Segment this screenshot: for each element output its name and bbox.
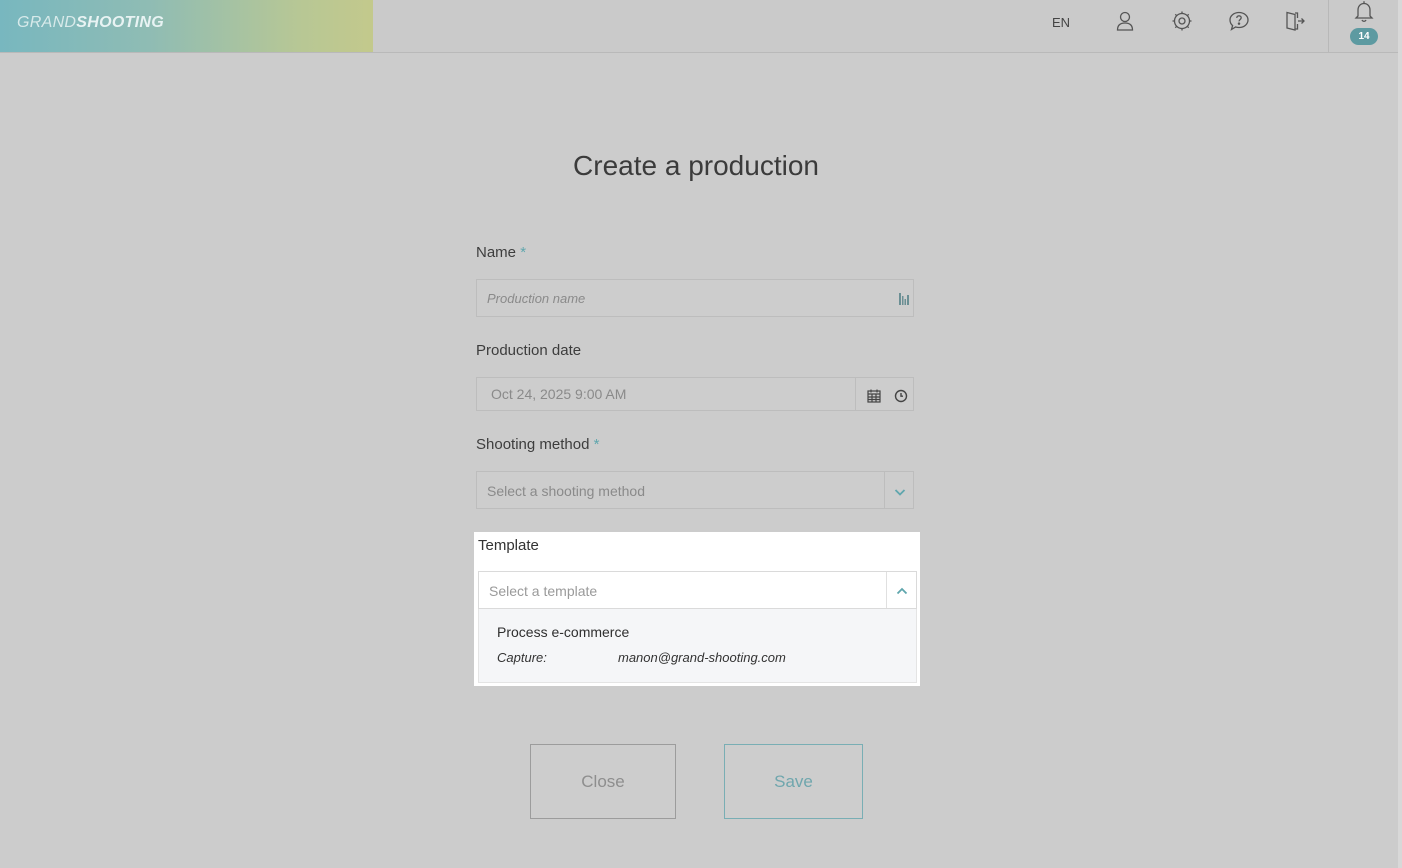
name-label: Name * bbox=[476, 244, 526, 261]
page-title: Create a production bbox=[573, 150, 819, 181]
select-divider bbox=[886, 572, 887, 608]
required-marker: * bbox=[593, 436, 600, 453]
notification-badge: 14 bbox=[1350, 28, 1378, 45]
scrollbar-track[interactable] bbox=[1398, 0, 1402, 868]
save-button[interactable]: Save bbox=[724, 744, 863, 819]
top-navbar: GRANDSHOOTING EN 14 bbox=[0, 0, 1400, 53]
navbar-divider bbox=[1328, 0, 1329, 52]
help-icon[interactable] bbox=[1228, 10, 1250, 32]
template-panel: Template Select a template Process e-com… bbox=[474, 532, 920, 686]
logo-text-grand: GRAND bbox=[17, 14, 77, 31]
template-options-list: Process e-commerce Capture: manon@grand-… bbox=[478, 609, 917, 683]
template-option-capture-label: Capture: bbox=[497, 650, 547, 665]
name-input[interactable]: Production name bbox=[476, 279, 914, 317]
production-date-label: Production date bbox=[476, 342, 582, 359]
language-selector[interactable]: EN bbox=[1052, 15, 1070, 30]
chevron-down-icon[interactable] bbox=[892, 484, 908, 500]
barcode-icon[interactable] bbox=[897, 291, 913, 307]
name-label-text: Name bbox=[476, 244, 517, 261]
production-date-input[interactable]: Oct 24, 2025 9:00 AM bbox=[476, 377, 914, 411]
shooting-method-label: Shooting method * bbox=[476, 436, 599, 453]
template-option-name: Process e-commerce bbox=[497, 624, 630, 640]
bell-icon[interactable] bbox=[1353, 0, 1375, 22]
required-marker: * bbox=[520, 244, 527, 261]
clock-icon[interactable] bbox=[893, 388, 909, 404]
logout-icon[interactable] bbox=[1284, 10, 1306, 32]
template-label: Template bbox=[478, 537, 539, 554]
shooting-method-select[interactable]: Select a shooting method bbox=[476, 471, 914, 509]
name-input-placeholder: Production name bbox=[487, 291, 586, 306]
date-divider bbox=[855, 378, 856, 410]
shooting-method-label-text: Shooting method bbox=[476, 436, 590, 453]
logo[interactable]: GRANDSHOOTING bbox=[0, 0, 373, 52]
settings-icon[interactable] bbox=[1171, 10, 1193, 32]
template-select[interactable]: Select a template bbox=[478, 571, 917, 609]
user-icon[interactable] bbox=[1114, 10, 1136, 32]
shooting-method-placeholder: Select a shooting method bbox=[487, 483, 645, 499]
template-placeholder: Select a template bbox=[489, 583, 598, 599]
template-option-capture-value: manon@grand-shooting.com bbox=[618, 650, 786, 665]
template-option[interactable]: Process e-commerce Capture: manon@grand-… bbox=[479, 609, 916, 682]
logo-text-shooting: SHOOTING bbox=[76, 14, 165, 31]
production-date-value: Oct 24, 2025 9:00 AM bbox=[491, 386, 627, 402]
select-divider bbox=[884, 472, 885, 508]
close-button[interactable]: Close bbox=[530, 744, 676, 819]
chevron-up-icon[interactable] bbox=[894, 583, 910, 599]
calendar-icon[interactable] bbox=[866, 388, 882, 404]
